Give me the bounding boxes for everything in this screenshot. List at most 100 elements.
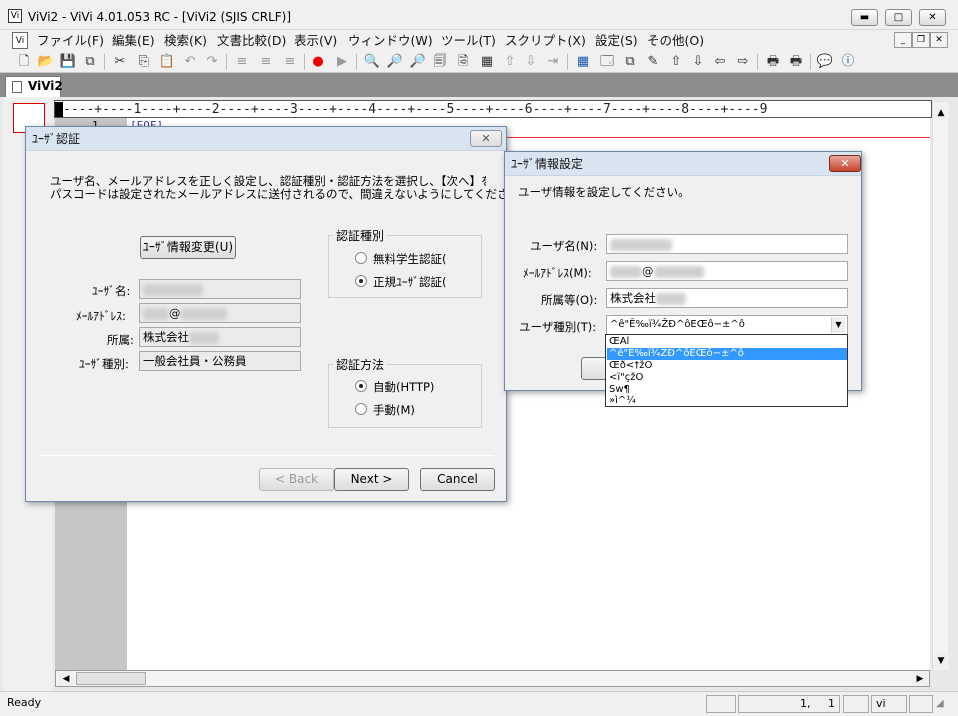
- auth-method-radio-manual[interactable]: [355, 403, 367, 415]
- menu-settings[interactable]: 設定(S): [595, 32, 638, 49]
- arrow-down-icon[interactable]: ⇩: [521, 52, 541, 72]
- replace-icon[interactable]: 🗟: [453, 52, 473, 72]
- scroll-thumb[interactable]: [76, 672, 146, 685]
- copy-icon[interactable]: ⎘: [134, 52, 154, 72]
- edit-icon[interactable]: ✎: [643, 52, 663, 72]
- menu-compare[interactable]: 文書比較(D): [217, 32, 286, 49]
- dropdown-option[interactable]: Œð<†žÖ: [607, 360, 847, 372]
- dialog-close-button[interactable]: ✕: [470, 130, 502, 147]
- save-all-icon[interactable]: ⧉: [80, 52, 100, 72]
- tab-vivi2[interactable]: ViVi2: [5, 76, 63, 97]
- status-cell: [706, 695, 736, 713]
- user-type-selected: ^ê"Ê‰ï¾ŽÐ^ôEŒô−±^ô: [610, 319, 745, 330]
- search-icon[interactable]: 🔍: [362, 52, 382, 72]
- chevron-down-icon[interactable]: ▼: [831, 317, 845, 333]
- cancel-button[interactable]: Cancel: [420, 468, 495, 491]
- jump-icon[interactable]: ⇥: [543, 52, 563, 72]
- document-menu-icon[interactable]: Vi: [12, 32, 28, 49]
- close-button[interactable]: ✕: [919, 9, 946, 26]
- scroll-down-arrow-icon[interactable]: ▼: [933, 653, 949, 669]
- nav-up-icon[interactable]: ⇧: [666, 52, 686, 72]
- arrow-up-icon[interactable]: ⇧: [500, 52, 520, 72]
- grid-icon[interactable]: ▦: [573, 52, 593, 72]
- auth-type-option-free-student[interactable]: 無料学生認証(: [373, 251, 477, 267]
- mdi-close-button[interactable]: ✕: [930, 32, 948, 48]
- search-prev-icon[interactable]: 🔎: [408, 52, 428, 72]
- user-auth-dialog: ﾕｰｻﾞ認証 ✕ ユーザ名、メールアドレスを正しく設定し、認証種別・認証方法を選…: [25, 126, 532, 502]
- horizontal-scrollbar[interactable]: ◀ ▶: [55, 670, 930, 687]
- open-folder-icon[interactable]: 📂: [36, 52, 56, 72]
- print-icon[interactable]: 🖶: [763, 52, 783, 72]
- menu-script[interactable]: スクリプト(X): [505, 32, 586, 49]
- binary-icon[interactable]: ▦: [477, 52, 497, 72]
- dialog-title: ﾕｰｻﾞ情報設定: [505, 152, 861, 176]
- dropdown-option-selected[interactable]: ^ê"Ê‰ï¾ŽÐ^ôEŒô−±^ô: [607, 348, 847, 360]
- split-icon[interactable]: ⧉: [620, 52, 640, 72]
- nav-left-icon[interactable]: ⇦: [710, 52, 730, 72]
- mdi-minimize-button[interactable]: _: [894, 32, 912, 48]
- menu-edit[interactable]: 編集(E): [112, 32, 155, 49]
- menu-view[interactable]: 表示(V): [294, 32, 337, 49]
- user-type-select[interactable]: ^ê"Ê‰ï¾ŽÐ^ôEŒô−±^ô ▼: [606, 315, 848, 335]
- cut-icon[interactable]: ✂: [110, 52, 130, 72]
- vertical-scrollbar[interactable]: ▲ ▼: [932, 103, 949, 670]
- scroll-left-arrow-icon[interactable]: ◀: [58, 671, 74, 686]
- user-name-label: ﾕｰｻﾞ名:: [92, 284, 131, 298]
- resize-grip-icon[interactable]: ◢: [936, 698, 944, 709]
- record-macro-icon[interactable]: ●: [308, 52, 328, 72]
- paste-icon[interactable]: 📋: [157, 52, 177, 72]
- new-file-icon[interactable]: 🗋: [14, 52, 34, 72]
- prompt-text: ユーザ情報を設定してください。: [518, 185, 690, 199]
- window-icon[interactable]: 🗔: [597, 52, 617, 72]
- scroll-right-arrow-icon[interactable]: ▶: [912, 671, 928, 686]
- menu-file[interactable]: ファイル(F): [37, 32, 104, 49]
- dropdown-option[interactable]: <ï"çžÖ: [607, 372, 847, 384]
- menu-tools[interactable]: ツール(T): [441, 32, 496, 49]
- document-tab-strip: ViVi2: [0, 73, 958, 97]
- comment-icon[interactable]: 💬: [815, 52, 835, 72]
- mdi-restore-button[interactable]: ❐: [912, 32, 930, 48]
- undo-icon[interactable]: ↶: [180, 52, 200, 72]
- auth-method-option-manual[interactable]: 手動(M): [373, 402, 415, 418]
- align-left-icon[interactable]: ≡: [232, 52, 252, 72]
- minimize-button[interactable]: ▬: [851, 9, 878, 26]
- auth-method-option-auto[interactable]: 自動(HTTP): [373, 379, 434, 395]
- scroll-up-arrow-icon[interactable]: ▲: [933, 105, 949, 121]
- email-input[interactable]: @: [606, 261, 848, 281]
- align-right-icon[interactable]: ≡: [280, 52, 300, 72]
- nav-right-icon[interactable]: ⇨: [733, 52, 753, 72]
- maximize-button[interactable]: □: [885, 9, 912, 26]
- auth-type-option-regular[interactable]: 正規ﾕｰｻﾞ認証(: [373, 274, 477, 290]
- save-icon[interactable]: 💾: [58, 52, 78, 72]
- print-preview-icon[interactable]: 🖶: [786, 52, 806, 72]
- redo-icon[interactable]: ↷: [202, 52, 222, 72]
- grep-icon[interactable]: 🗐: [430, 52, 450, 72]
- dropdown-option[interactable]: »ì^¼: [607, 395, 847, 407]
- vivi-app-icon[interactable]: Vi: [8, 9, 22, 23]
- back-button[interactable]: < Back: [259, 468, 334, 491]
- dropdown-option[interactable]: ŒÃl: [607, 336, 847, 348]
- email-label: ﾒｰﾙｱﾄﾞﾚｽ:: [76, 309, 126, 323]
- auth-type-radio-regular[interactable]: [355, 275, 367, 287]
- user-type-dropdown-list[interactable]: ŒÃl ^ê"Ê‰ï¾ŽÐ^ôEŒô−±^ô Œð<†žÖ <ï"çžÖ Šw¶…: [605, 334, 848, 407]
- auth-type-radio-free-student[interactable]: [355, 252, 367, 264]
- nav-down-icon[interactable]: ⇩: [688, 52, 708, 72]
- affiliation-text: 株式会社: [143, 330, 189, 344]
- info-icon[interactable]: ⓘ: [838, 52, 858, 72]
- next-button[interactable]: Next >: [334, 468, 409, 491]
- user-name-input[interactable]: [606, 234, 848, 254]
- document-icon: [12, 81, 22, 93]
- auth-method-radio-auto[interactable]: [355, 380, 367, 392]
- play-macro-icon[interactable]: ▶: [332, 52, 352, 72]
- menu-search[interactable]: 検索(K): [164, 32, 207, 49]
- auth-type-group: 認証種別 無料学生認証( 正規ﾕｰｻﾞ認証(: [328, 227, 482, 298]
- dialog-close-button[interactable]: ✕: [829, 155, 861, 172]
- align-center-icon[interactable]: ≡: [256, 52, 276, 72]
- auth-type-group-label: 認証種別: [333, 227, 388, 244]
- search-next-icon[interactable]: 🔎: [385, 52, 405, 72]
- affiliation-input[interactable]: 株式会社: [606, 288, 848, 308]
- change-user-info-button[interactable]: ﾕｰｻﾞ情報変更(U): [140, 236, 236, 259]
- menu-other[interactable]: その他(O): [647, 32, 704, 49]
- toolbar-separator: [810, 54, 811, 70]
- menu-window[interactable]: ウィンドウ(W): [348, 32, 433, 49]
